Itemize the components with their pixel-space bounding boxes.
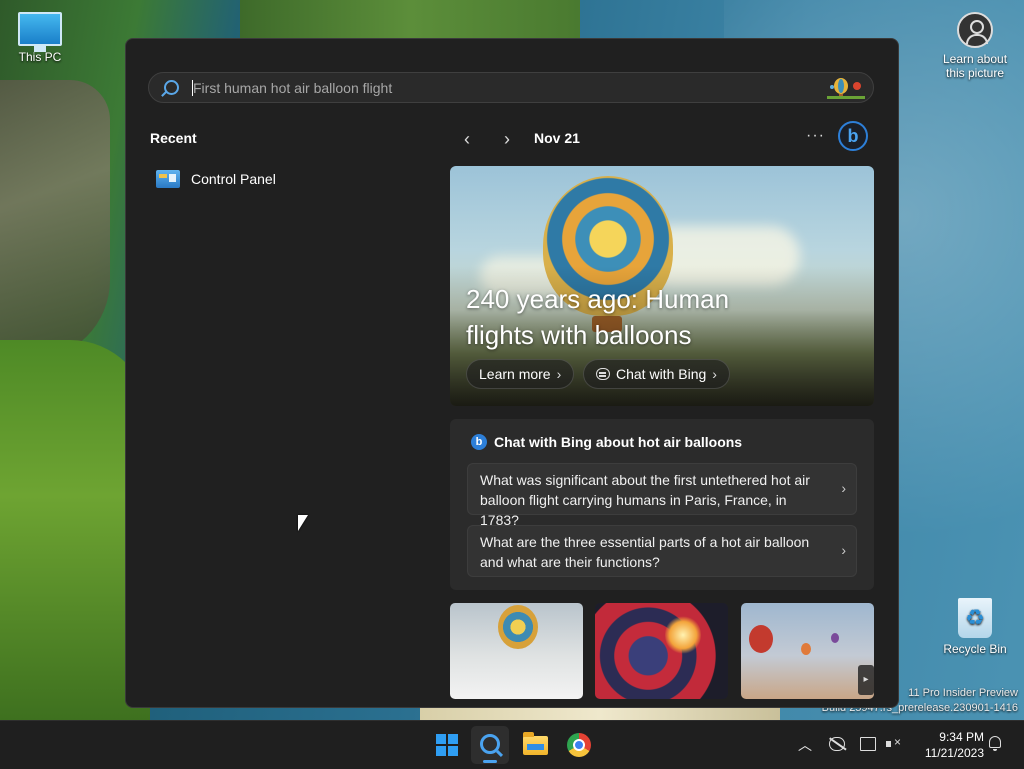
bing-chat-heading: b Chat with Bing about hot air balloons <box>471 434 742 450</box>
suggested-question[interactable]: What was significant about the first unt… <box>467 463 857 528</box>
system-clock[interactable]: 9:34 PM 11/21/2023 <box>914 729 984 761</box>
clock-date: 11/21/2023 <box>924 746 984 760</box>
chevron-left-icon[interactable]: ‹ <box>459 130 475 148</box>
wallpaper-cliff <box>0 80 110 360</box>
start-button[interactable] <box>428 726 466 764</box>
bing-chat-heading-text: Chat with Bing about hot air balloons <box>494 434 743 450</box>
network-icon[interactable] <box>860 737 876 751</box>
bing-icon: b <box>471 434 487 450</box>
taskbar-search-button[interactable] <box>471 726 509 764</box>
search-box[interactable] <box>148 72 874 103</box>
chat-with-bing-button[interactable]: Chat with Bing › <box>583 359 730 389</box>
recycle-bin-icon: ♻ <box>958 598 992 638</box>
chrome-button[interactable] <box>560 726 598 764</box>
recent-heading: Recent <box>150 130 197 146</box>
hero-title: 240 years ago: Human flights with balloo… <box>466 284 730 350</box>
search-input[interactable] <box>193 73 793 102</box>
search-panel: Recent Control Panel ‹ › Nov 21 ··· b 24… <box>125 38 899 708</box>
chevron-right-icon: › <box>556 366 562 382</box>
control-panel-icon <box>156 170 180 188</box>
recent-item-label: Control Panel <box>191 171 276 187</box>
monitor-icon <box>18 12 62 52</box>
desktop-icon-recycle-bin[interactable]: ♻ Recycle Bin <box>935 598 1015 656</box>
desktop-icon-learn-about-picture[interactable]: Learn about this picture <box>935 12 1015 80</box>
desktop-icon-label: Recycle Bin <box>943 642 1007 656</box>
recent-item-control-panel[interactable]: Control Panel <box>156 166 416 192</box>
more-options-button[interactable]: ··· <box>806 127 825 145</box>
burner-flame-photo <box>665 615 701 655</box>
learn-more-button[interactable]: Learn more › <box>466 359 575 389</box>
clock-time: 9:34 PM <box>939 730 984 744</box>
balloon-photo <box>749 625 773 653</box>
chevron-up-icon[interactable]: ︿ <box>798 721 812 769</box>
desktop-icon-this-pc[interactable]: This PC <box>0 12 80 64</box>
bing-chat-card: b Chat with Bing about hot air balloons … <box>450 419 874 590</box>
chevron-right-icon: › <box>841 542 846 558</box>
search-highlight-balloon-icon[interactable] <box>827 77 865 99</box>
notification-bell-icon[interactable] <box>989 736 1001 751</box>
taskbar: ︿ 9:34 PM 11/21/2023 <box>0 720 1024 769</box>
search-icon <box>480 734 500 754</box>
learn-more-label: Learn more <box>479 366 551 382</box>
bing-icon[interactable]: b <box>838 121 868 151</box>
mouse-cursor <box>298 515 308 531</box>
desktop-icon-label: Learn about this picture <box>942 52 1008 80</box>
chat-bubble-icon <box>596 368 610 380</box>
suggested-question-text: What are the three essential parts of a … <box>480 534 810 570</box>
onedrive-icon[interactable] <box>829 737 845 751</box>
camera-info-icon <box>957 12 993 48</box>
file-explorer-button[interactable] <box>516 726 554 764</box>
volume-muted-icon[interactable] <box>886 735 902 751</box>
desktop-icon-label: This PC <box>18 50 62 64</box>
image-thumbnail[interactable] <box>741 603 874 699</box>
image-thumbnail[interactable] <box>450 603 583 699</box>
carousel-next-icon[interactable]: ▸ <box>858 665 874 695</box>
balloon-photo <box>498 605 538 649</box>
highlight-date: Nov 21 <box>534 130 580 146</box>
image-thumbnail[interactable] <box>595 603 728 699</box>
balloon-photo <box>831 633 839 643</box>
suggested-question-text: What was significant about the first unt… <box>480 472 810 528</box>
chevron-right-icon: › <box>841 480 846 496</box>
active-indicator <box>483 760 497 763</box>
search-icon <box>164 80 179 95</box>
folder-icon <box>523 732 548 755</box>
chat-with-bing-label: Chat with Bing <box>616 366 707 382</box>
highlight-hero-card[interactable]: 240 years ago: Human flights with balloo… <box>450 166 874 406</box>
chevron-right-icon: › <box>712 366 717 382</box>
chevron-right-icon[interactable]: › <box>499 130 515 148</box>
balloon-photo <box>801 643 811 655</box>
chrome-icon <box>567 733 591 757</box>
wallpaper-rock <box>240 0 580 40</box>
windows-logo-icon <box>436 734 458 756</box>
suggested-question[interactable]: What are the three essential parts of a … <box>467 525 857 577</box>
